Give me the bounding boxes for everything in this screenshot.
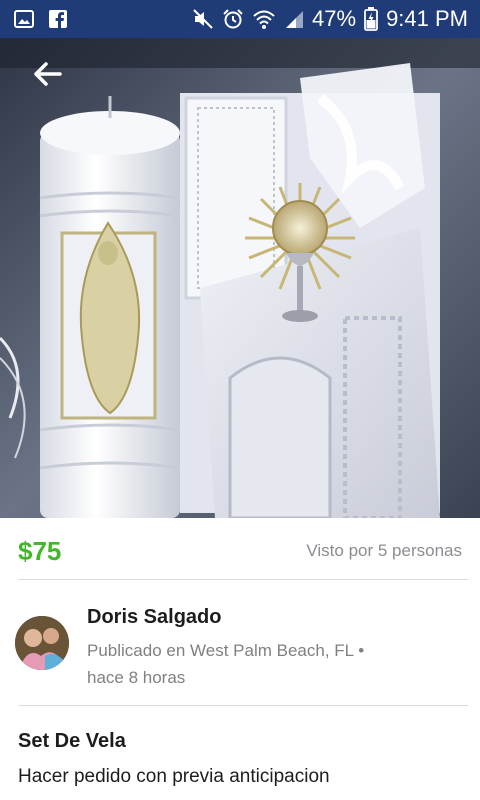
seller-section[interactable]: Doris Salgado Publicado en West Palm Bea… bbox=[0, 580, 480, 705]
status-bar: 47% 9:41 PM bbox=[0, 0, 480, 38]
alarm-icon bbox=[222, 8, 244, 30]
listing-meta: Publicado en West Palm Beach, FL • hace … bbox=[87, 637, 467, 691]
posted-location: Publicado en West Palm Beach, FL bbox=[87, 641, 354, 660]
view-count: Visto por 5 personas bbox=[306, 541, 462, 560]
gallery-icon bbox=[14, 9, 34, 29]
battery-icon bbox=[364, 7, 378, 31]
wifi-icon bbox=[252, 8, 276, 30]
listing-price: $75 bbox=[18, 536, 62, 566]
mute-icon bbox=[192, 8, 214, 30]
clock: 9:41 PM bbox=[386, 6, 468, 31]
listing-title: Set De Vela bbox=[18, 730, 126, 752]
posted-time: hace 8 horas bbox=[87, 668, 186, 687]
signal-icon bbox=[284, 9, 304, 29]
listing-description: Hacer pedido con previa anticipacion bbox=[18, 766, 330, 787]
back-button[interactable] bbox=[24, 54, 70, 94]
facebook-icon bbox=[48, 9, 68, 29]
back-arrow-icon bbox=[34, 62, 62, 86]
listing-details: Set De Vela Hacer pedido con previa anti… bbox=[0, 706, 480, 800]
listing-photo[interactable] bbox=[0, 38, 480, 518]
seller-name[interactable]: Doris Salgado bbox=[87, 606, 221, 629]
separator-dot: • bbox=[358, 641, 365, 660]
avatar[interactable] bbox=[15, 616, 69, 670]
battery-percent: 47% bbox=[312, 6, 357, 31]
price-row: $75 Visto por 5 personas bbox=[0, 518, 480, 580]
